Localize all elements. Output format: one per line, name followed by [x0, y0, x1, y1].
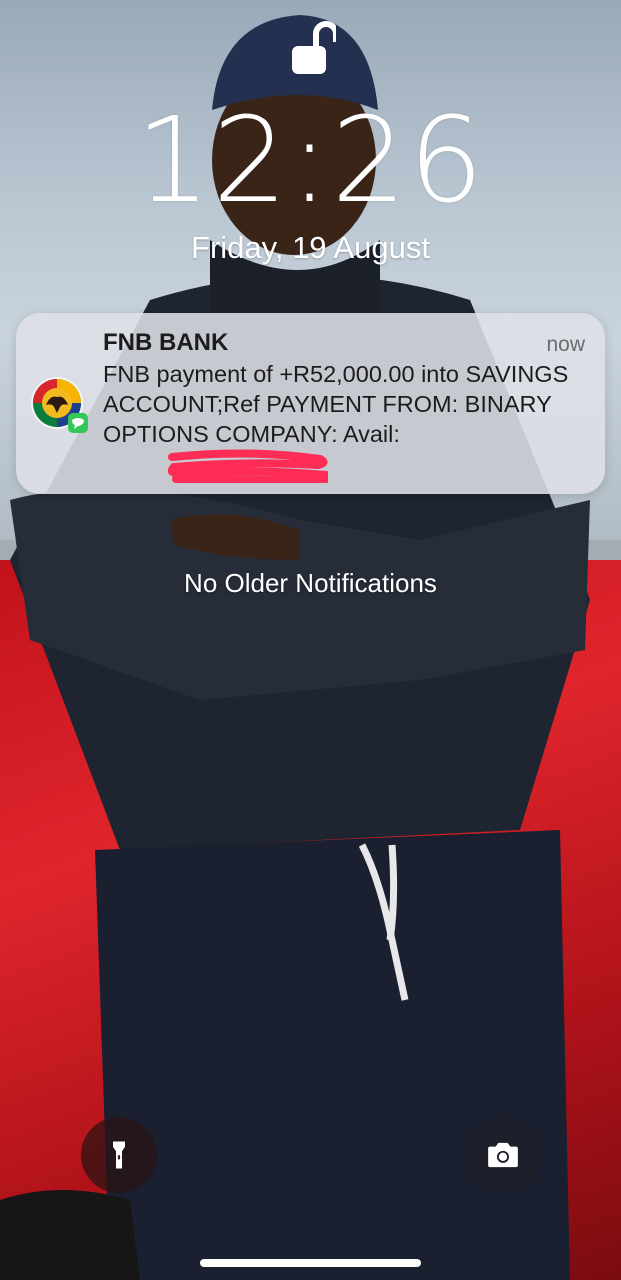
- flashlight-button[interactable]: [81, 1117, 157, 1193]
- redaction-scribble: [168, 449, 328, 483]
- notification-card[interactable]: FNB BANK now FNB payment of +R52,000.00 …: [16, 313, 605, 494]
- flashlight-icon: [113, 1141, 125, 1169]
- camera-icon: [488, 1142, 518, 1168]
- home-indicator[interactable]: [200, 1259, 421, 1267]
- camera-button[interactable]: [465, 1117, 541, 1193]
- fnb-messages-icon: [31, 377, 88, 433]
- notification-message: FNB payment of +R52,000.00 into SAVINGS …: [103, 361, 569, 447]
- notification-app-name: FNB BANK: [103, 329, 229, 356]
- unlocked-padlock-icon: [292, 21, 336, 74]
- no-older-notifications-label: No Older Notifications: [184, 568, 437, 598]
- lock-screen-clock: 12:26: [135, 91, 486, 229]
- lock-screen-date: Friday, 19 August: [191, 230, 430, 265]
- notification-timestamp: now: [546, 333, 585, 356]
